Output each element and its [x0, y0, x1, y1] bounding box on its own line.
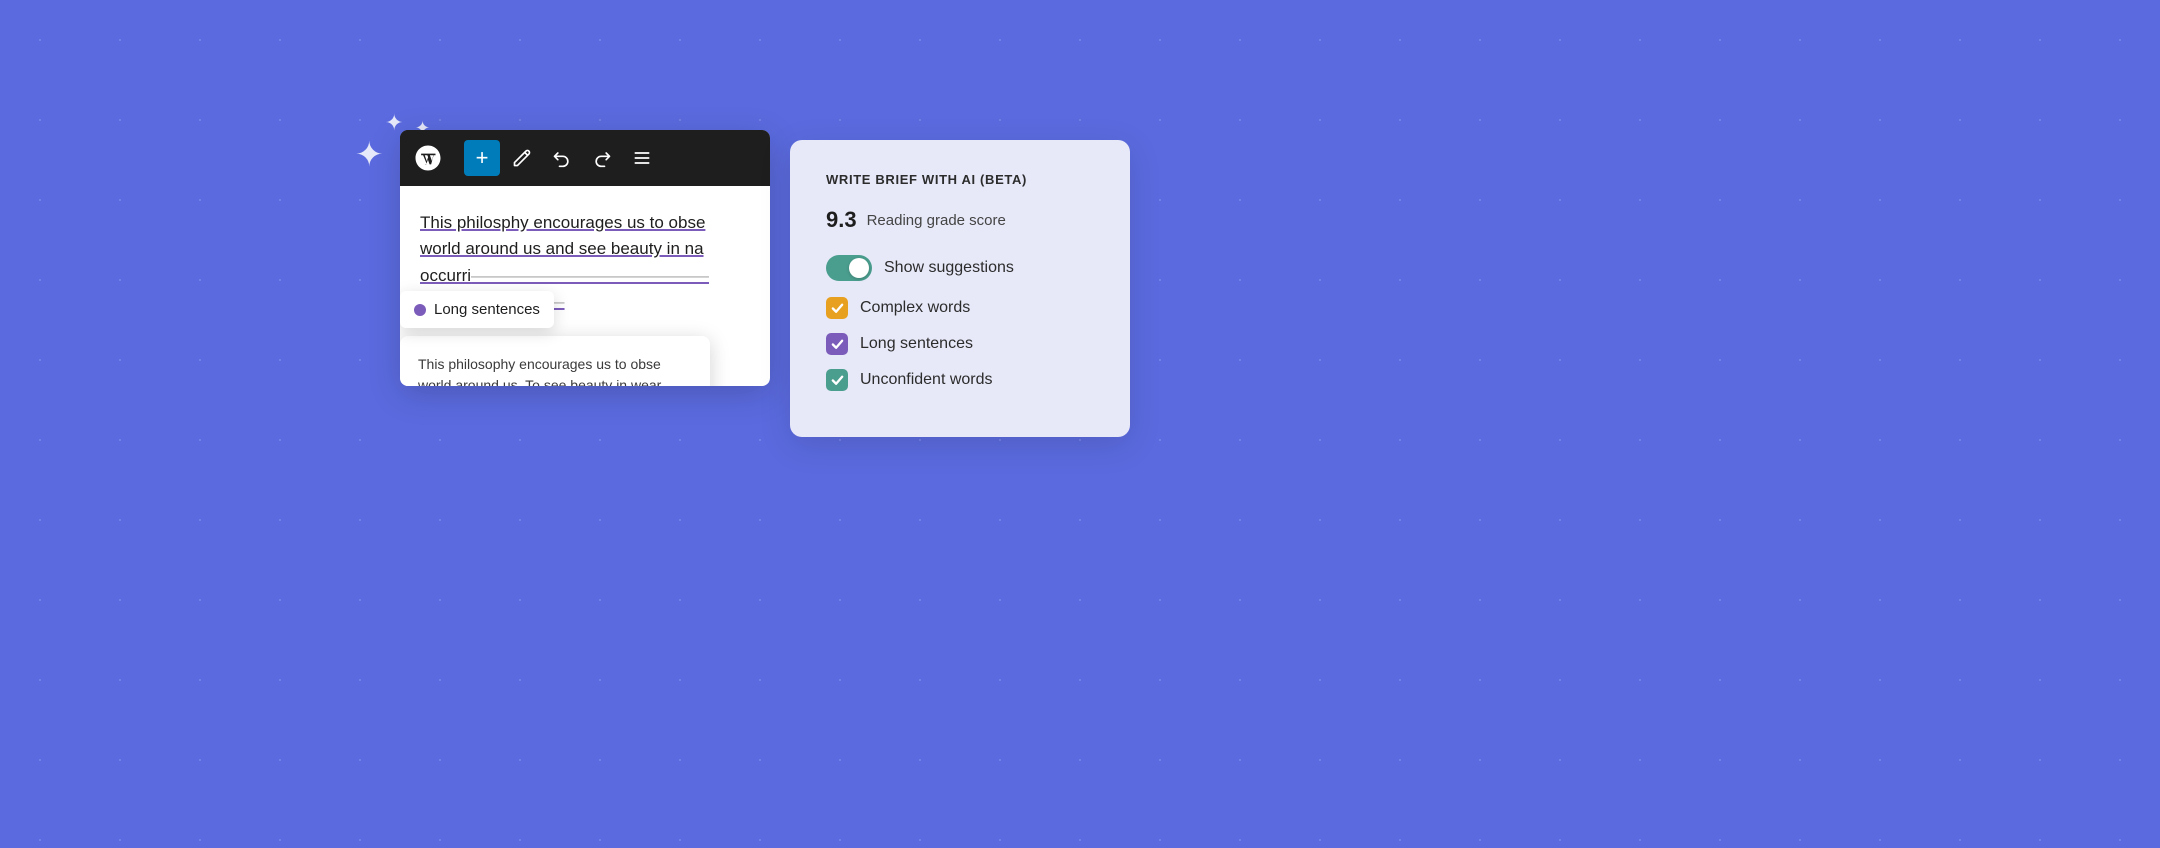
content-area: + — [400, 130, 1130, 437]
ai-panel: WRITE BRIEF WITH AI (BETA) 9.3 Reading g… — [790, 140, 1130, 437]
complex-words-checkbox[interactable] — [826, 297, 848, 319]
long-sentences-tooltip[interactable]: Long sentences — [400, 291, 554, 328]
long-sentences-row[interactable]: Long sentences — [826, 333, 1094, 355]
toolbar-buttons: + — [456, 140, 668, 176]
show-suggestions-toggle[interactable] — [826, 255, 872, 281]
check-icon-3 — [831, 374, 844, 387]
wp-logo — [400, 130, 456, 186]
complex-words-label: Complex words — [860, 299, 970, 317]
undo-icon — [552, 148, 572, 168]
undo-button[interactable] — [544, 140, 580, 176]
editor-content[interactable]: This philosphy encourages us to obse wor… — [400, 186, 770, 386]
list-button[interactable] — [624, 140, 660, 176]
list-icon — [632, 148, 652, 168]
unconfident-words-checkbox[interactable] — [826, 369, 848, 391]
reading-score-row: 9.3 Reading grade score — [826, 207, 1094, 233]
score-label: Reading grade score — [867, 212, 1006, 229]
editor-panel: + — [400, 130, 770, 386]
pencil-icon — [512, 148, 532, 168]
wordpress-icon — [413, 143, 443, 173]
long-sentences-checkbox[interactable] — [826, 333, 848, 355]
redo-button[interactable] — [584, 140, 620, 176]
suggestion-popup[interactable]: This philosophy encourages us to obse wo… — [400, 336, 710, 386]
add-block-button[interactable]: + — [464, 140, 500, 176]
unconfident-words-row[interactable]: Unconfident words — [826, 369, 1094, 391]
show-suggestions-label: Show suggestions — [884, 259, 1014, 277]
redo-icon — [592, 148, 612, 168]
long-sentences-label: Long sentences — [860, 335, 973, 353]
score-number: 9.3 — [826, 207, 857, 233]
ai-panel-title: WRITE BRIEF WITH AI (BETA) — [826, 172, 1094, 187]
sparkle-icon-2: ✦ — [355, 135, 384, 175]
show-suggestions-row[interactable]: Show suggestions — [826, 255, 1094, 281]
editor-toolbar: + — [400, 130, 770, 186]
tooltip-dot — [414, 304, 426, 316]
check-icon-2 — [831, 338, 844, 351]
tooltip-label: Long sentences — [434, 301, 540, 318]
unconfident-words-label: Unconfident words — [860, 371, 993, 389]
pencil-button[interactable] — [504, 140, 540, 176]
check-icon — [831, 302, 844, 315]
suggestion-text: This philosophy encourages us to obse wo… — [418, 354, 692, 386]
complex-words-row[interactable]: Complex words — [826, 297, 1094, 319]
